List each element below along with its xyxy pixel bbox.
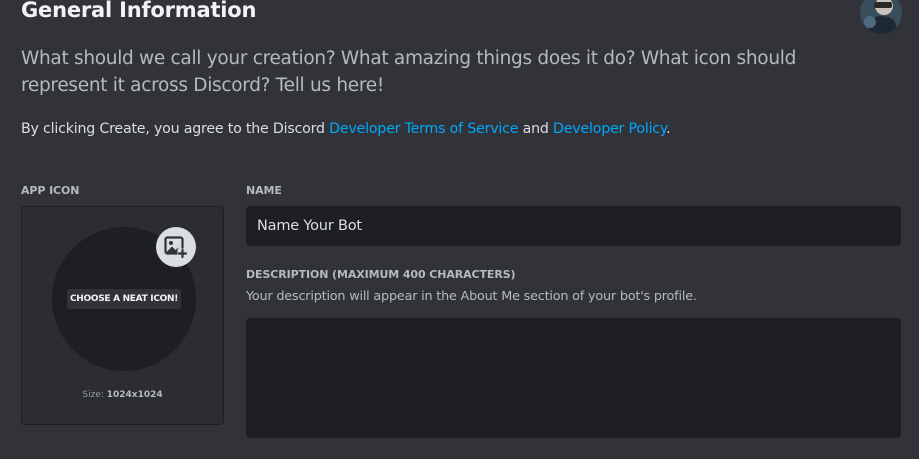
icon-size-hint: Size: 1024x1024 [22, 390, 223, 400]
intro-text: What should we call your creation? What … [21, 48, 797, 96]
upload-image-button[interactable] [156, 227, 196, 267]
choose-icon-button[interactable]: CHOOSE A NEAT ICON! [67, 289, 181, 309]
description-help-text: Your description will appear in the Abou… [246, 289, 697, 304]
developer-policy-link[interactable]: Developer Policy [553, 121, 666, 137]
avatar-image [860, 0, 902, 34]
developer-terms-link[interactable]: Developer Terms of Service [329, 121, 518, 137]
description-label: DESCRIPTION (MAXIMUM 400 CHARACTERS) [246, 268, 516, 281]
size-value: 1024x1024 [106, 390, 163, 400]
agreement-prefix: By clicking Create, you agree to the Dis… [21, 121, 330, 137]
page-title: General Information [21, 0, 257, 22]
app-icon-uploader[interactable]: CHOOSE A NEAT ICON! Size: 1024x1024 [21, 206, 224, 425]
size-prefix: Size: [82, 390, 107, 400]
general-information-page: General Information What should we call … [0, 0, 919, 459]
image-plus-icon [164, 236, 188, 259]
agreement-text: By clicking Create, you agree to the Dis… [21, 119, 671, 139]
agreement-suffix: . [666, 121, 671, 137]
user-avatar[interactable] [860, 0, 902, 34]
name-input[interactable] [246, 206, 901, 246]
name-label: NAME [246, 184, 282, 197]
description-textarea[interactable] [246, 318, 901, 438]
app-icon-label: APP ICON [21, 184, 80, 197]
agreement-middle: and [518, 121, 554, 137]
